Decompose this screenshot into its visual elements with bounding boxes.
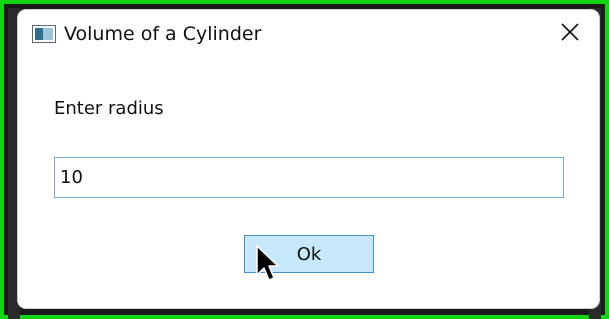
close-button[interactable] — [541, 10, 599, 58]
title-bar[interactable]: Volume of a Cylinder — [18, 10, 599, 58]
screenshot-frame: Volume of a Cylinder Enter radius Ok — [0, 0, 609, 319]
radius-input[interactable] — [54, 157, 564, 198]
ok-button-label: Ok — [296, 243, 322, 265]
app-window-icon — [32, 25, 56, 43]
dialog-window: Volume of a Cylinder Enter radius Ok — [18, 10, 599, 308]
window-title: Volume of a Cylinder — [64, 23, 262, 45]
mouse-pointer-icon — [256, 245, 280, 283]
close-icon — [560, 22, 580, 46]
radius-prompt-label: Enter radius — [54, 98, 164, 119]
